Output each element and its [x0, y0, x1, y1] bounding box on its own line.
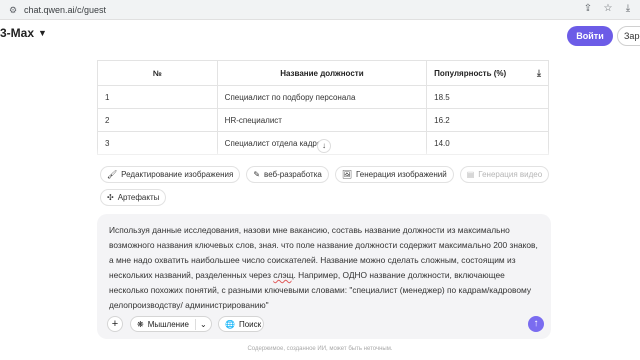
table-cell: 16.2 — [426, 108, 549, 132]
scroll-down-icon[interactable]: ↓ — [317, 139, 331, 153]
send-button[interactable]: ↑ — [528, 316, 544, 332]
site-info-icon[interactable]: ⚙ — [8, 5, 18, 15]
chip-image-edit[interactable]: 🖌 Редактирование изображения — [100, 166, 241, 183]
app-header: 3-Max ▼ Войти Зарег — [0, 20, 640, 52]
column-header-position: Название должности — [216, 60, 428, 86]
misspelled-word: слэщ — [273, 270, 294, 280]
table-header-row: № Название должности Популярность (%) ⤓ — [97, 60, 549, 86]
arrow-up-icon: ↑ — [533, 318, 539, 329]
table-cell: HR-специалист — [216, 108, 428, 132]
attach-button[interactable]: + — [107, 316, 123, 332]
brain-icon: ❋ — [137, 319, 144, 329]
chip-web-dev[interactable]: ✎ веб-разработка — [246, 166, 329, 183]
thinking-label: Мышление — [147, 319, 189, 329]
chip-image-generation[interactable]: 🖼 Генерация изображений — [334, 166, 454, 183]
search-label: Поиск — [238, 319, 262, 329]
download-icon[interactable]: ⤓ — [622, 3, 634, 15]
share-icon[interactable]: ⇪ — [582, 3, 594, 15]
star-icon[interactable]: ☆ — [602, 3, 614, 15]
login-button[interactable]: Войти — [567, 26, 613, 46]
chip-label: Редактирование изображения — [121, 170, 234, 179]
paint-icon: 🖌 — [107, 170, 118, 179]
artifact-icon: ✣ — [107, 193, 114, 202]
thinking-toggle[interactable]: ❋ Мышление ⌄ — [130, 316, 212, 332]
suggestion-chips: 🖌 Редактирование изображения ✎ веб-разра… — [100, 166, 550, 206]
search-toggle[interactable]: 🌐 Поиск — [218, 316, 264, 332]
divider — [195, 319, 196, 330]
table-cell: 1 — [97, 85, 218, 109]
register-button[interactable]: Зарег — [617, 26, 640, 46]
table-cell: 2 — [97, 108, 218, 132]
chip-label: Артефакты — [117, 193, 160, 202]
column-header-popularity: Популярность (%) ⤓ — [426, 60, 549, 86]
browser-address-bar: ⚙ chat.qwen.ai/c/guest ⇪ ☆ ⤓ — [0, 0, 640, 20]
table-row: 1 Специалист по подбору персонала 18.5 — [97, 85, 549, 109]
message-composer: Используя данные исследования, назови мн… — [97, 214, 551, 339]
message-input[interactable]: Используя данные исследования, назови мн… — [109, 223, 541, 313]
chip-video-generation[interactable]: ▤ Генерация видео — [459, 166, 550, 183]
browser-toolbar-icons: ⇪ ☆ ⤓ — [582, 3, 634, 15]
code-icon: ✎ — [253, 170, 261, 179]
model-label: 3-Max — [0, 26, 35, 40]
image-icon: 🖼 — [341, 170, 352, 179]
ai-disclaimer: Содержимое, созданное ИИ, может быть нет… — [247, 346, 393, 352]
plus-icon: + — [111, 318, 119, 330]
table-cell: Специалист по подбору персонала — [216, 85, 428, 109]
model-selector[interactable]: 3-Max ▼ — [0, 26, 47, 40]
table-cell: 18.5 — [426, 85, 549, 109]
video-icon: ▤ — [466, 170, 475, 179]
download-table-icon[interactable]: ⤓ — [537, 68, 541, 79]
chip-label: веб-разработка — [264, 170, 322, 179]
column-header-popularity-label: Популярность (%) — [434, 68, 507, 78]
chip-artifacts[interactable]: ✣ Артефакты — [100, 189, 167, 206]
chip-label: Генерация изображений — [355, 170, 447, 179]
chevron-down-icon[interactable]: ⌄ — [200, 317, 207, 332]
chevron-down-icon: ▼ — [38, 28, 47, 38]
column-header-number: № — [97, 60, 218, 86]
url-text[interactable]: chat.qwen.ai/c/guest — [24, 5, 106, 15]
chip-label: Генерация видео — [478, 170, 543, 179]
table-row: 2 HR-специалист 16.2 — [97, 108, 549, 132]
globe-icon: 🌐 — [225, 319, 235, 329]
